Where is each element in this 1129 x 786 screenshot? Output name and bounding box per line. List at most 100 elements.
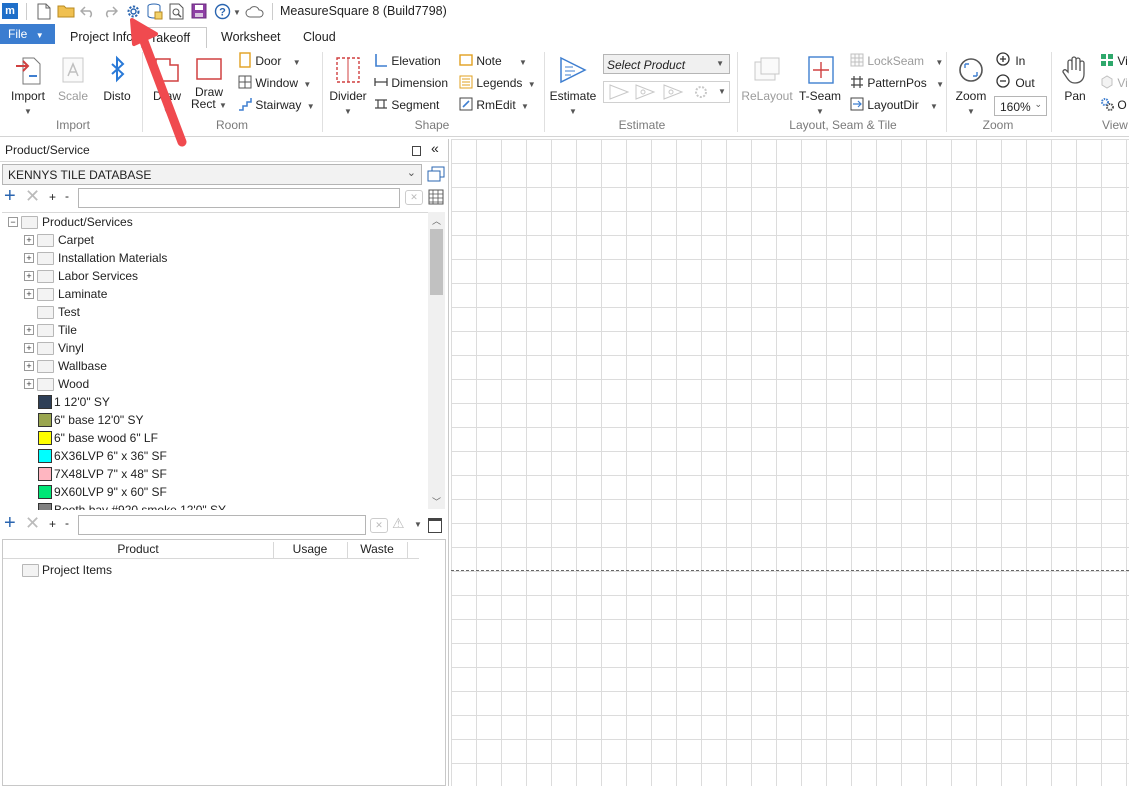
- cloud-icon[interactable]: [245, 5, 265, 18]
- select-product-dropdown[interactable]: Select Product ▼: [603, 54, 730, 74]
- estimate-settings-icon[interactable]: [692, 84, 710, 100]
- divider-button[interactable]: Divider ▼: [327, 54, 369, 117]
- tree-folder-label: Labor Services: [58, 269, 139, 283]
- play-eye-icon[interactable]: [634, 84, 656, 100]
- collapse-all-icon[interactable]: -: [65, 189, 69, 203]
- elevation-button[interactable]: Elevation: [374, 51, 441, 71]
- redo-icon[interactable]: [102, 4, 118, 18]
- relayout-button[interactable]: ReLayout: [741, 54, 793, 103]
- open-folder-icon[interactable]: [57, 4, 75, 18]
- expand-folder-icon[interactable]: +: [24, 325, 34, 335]
- drawing-canvas[interactable]: [451, 139, 1129, 786]
- zoom-icon: [959, 58, 983, 82]
- rmedit-button[interactable]: RmEdit ▼: [459, 95, 529, 115]
- zoom-in-icon: [996, 52, 1010, 66]
- pan-button[interactable]: Pan: [1058, 54, 1092, 103]
- window-button[interactable]: Window ▼: [238, 73, 311, 93]
- add-project-item-icon[interactable]: +: [4, 512, 16, 535]
- expand-folder-icon[interactable]: +: [24, 271, 34, 281]
- undo-icon[interactable]: [80, 4, 96, 18]
- view-options-button[interactable]: O: [1100, 95, 1127, 115]
- scroll-thumb[interactable]: [430, 229, 443, 295]
- grid-view-icon[interactable]: [428, 189, 444, 205]
- app-logo-icon[interactable]: m: [2, 3, 18, 19]
- project-items-table: Product Usage Waste Project Items: [2, 539, 446, 786]
- lockseam-button[interactable]: LockSeam ▼: [850, 51, 943, 71]
- project-collapse-icon[interactable]: -: [65, 516, 69, 530]
- note-button[interactable]: Note ▼: [459, 51, 527, 71]
- delete-product-icon[interactable]: ✕: [25, 186, 40, 207]
- file-menu-tab[interactable]: File ▼: [0, 24, 55, 44]
- new-file-icon[interactable]: [37, 3, 51, 20]
- lockseam-label: LockSeam: [867, 54, 925, 68]
- help-dropdown-icon[interactable]: ▼: [233, 8, 241, 17]
- legends-button[interactable]: Legends ▼: [459, 73, 536, 93]
- expand-folder-icon[interactable]: +: [24, 379, 34, 389]
- delete-project-item-icon[interactable]: ✕: [25, 513, 40, 534]
- scale-button[interactable]: Scale: [56, 54, 90, 103]
- door-button[interactable]: Door ▼: [238, 51, 301, 71]
- expand-folder-icon[interactable]: +: [24, 235, 34, 245]
- tab-worksheet[interactable]: Worksheet: [213, 27, 289, 48]
- canvas-divider-line: [451, 570, 1129, 571]
- collapse-root-icon[interactable]: −: [8, 217, 18, 227]
- zoom-button[interactable]: Zoom ▼: [951, 54, 991, 117]
- expand-all-icon[interactable]: +: [49, 190, 56, 204]
- patternpos-label: PatternPos: [867, 76, 927, 90]
- t-seam-button[interactable]: T-Seam ▼: [797, 54, 843, 117]
- estimate-button[interactable]: Estimate ▼: [548, 54, 598, 117]
- project-clear-search-icon[interactable]: ✕: [370, 518, 388, 533]
- collapse-panel-icon[interactable]: «: [431, 140, 439, 156]
- warning-icon[interactable]: ⚠: [392, 515, 405, 532]
- product-color-swatch: [38, 467, 52, 481]
- play-icon[interactable]: [608, 84, 630, 100]
- layoutdir-button[interactable]: LayoutDir ▼: [850, 95, 938, 115]
- tab-label: Cloud: [303, 30, 336, 44]
- maximize-panel-icon[interactable]: [428, 518, 442, 533]
- import-button[interactable]: Import ▼: [6, 54, 50, 117]
- help-icon[interactable]: ?: [214, 3, 231, 20]
- zoom-level-dropdown[interactable]: 160% ⌄: [994, 96, 1047, 116]
- database-manage-icon[interactable]: [427, 166, 445, 183]
- dimension-button[interactable]: Dimension: [374, 73, 448, 93]
- database-dropdown[interactable]: KENNYS TILE DATABASE ⌄: [2, 164, 422, 185]
- view-button-1[interactable]: Vi: [1100, 51, 1128, 71]
- view-3d-icon: [1101, 75, 1113, 89]
- product-search-input[interactable]: [78, 188, 400, 208]
- note-label: Note: [476, 54, 502, 68]
- window-icon: [238, 75, 252, 89]
- layoutdir-icon: [850, 97, 864, 111]
- zoom-in-button[interactable]: In: [996, 51, 1025, 71]
- expand-folder-icon[interactable]: +: [24, 289, 34, 299]
- folder-icon: [37, 306, 54, 319]
- scroll-up-icon[interactable]: ︿: [432, 214, 441, 227]
- zoom-out-button[interactable]: Out: [996, 73, 1035, 93]
- expand-folder-icon[interactable]: +: [24, 343, 34, 353]
- tree-scrollbar[interactable]: ︿ ﹀: [428, 212, 445, 509]
- view-button-2[interactable]: Vi: [1100, 73, 1128, 93]
- play-eye-2-icon[interactable]: [662, 84, 684, 100]
- segment-button[interactable]: Segment: [374, 95, 439, 115]
- estimate-nav-dropdown-icon[interactable]: ▼: [718, 87, 726, 96]
- project-search-input[interactable]: [78, 515, 366, 535]
- warning-dropdown-icon[interactable]: ▼: [414, 520, 422, 529]
- tab-cloud[interactable]: Cloud: [295, 27, 344, 48]
- folder-icon: [22, 564, 39, 577]
- add-product-icon[interactable]: +: [4, 185, 16, 208]
- estimate-label: Estimate: [549, 89, 597, 103]
- tab-label: Worksheet: [221, 30, 281, 44]
- column-usage[interactable]: Usage: [273, 542, 348, 558]
- clear-search-icon[interactable]: ✕: [405, 190, 423, 205]
- column-product[interactable]: Product: [3, 542, 274, 558]
- expand-folder-icon[interactable]: +: [24, 253, 34, 263]
- folder-icon: [37, 270, 54, 283]
- float-panel-icon[interactable]: [412, 146, 421, 156]
- patternpos-button[interactable]: PatternPos ▼: [850, 73, 944, 93]
- stairway-button[interactable]: Stairway ▼: [238, 95, 315, 115]
- project-expand-icon[interactable]: +: [49, 517, 56, 531]
- column-waste[interactable]: Waste: [347, 542, 408, 558]
- note-icon: [459, 54, 473, 66]
- scroll-down-icon[interactable]: ﹀: [432, 495, 441, 508]
- select-product-label: Select Product: [607, 58, 686, 72]
- expand-folder-icon[interactable]: +: [24, 361, 34, 371]
